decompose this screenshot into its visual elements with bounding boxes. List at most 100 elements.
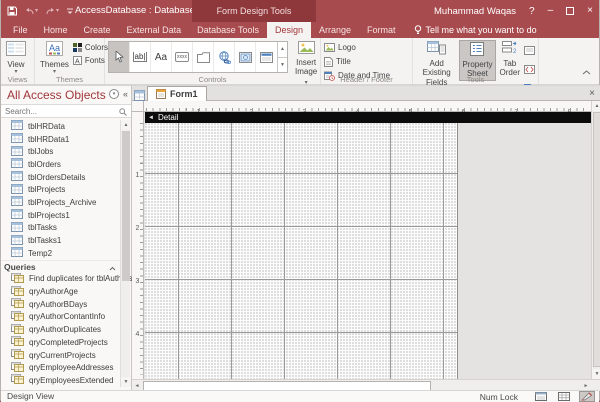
redo-icon[interactable]: ▾ <box>45 7 59 16</box>
nav-scroll-down-icon[interactable]: ▼ <box>121 377 131 387</box>
button-control-icon[interactable]: xxxx <box>172 42 193 72</box>
nav-pane-menu-icon[interactable]: ▾ <box>109 89 119 99</box>
gallery-more-icon[interactable]: ▼ <box>278 57 287 73</box>
detail-section-bar[interactable]: ◄ Detail <box>145 112 591 123</box>
navigation-pane: All Access Objects ▾ « tblHRData tblHRDa… <box>1 85 132 390</box>
title-button[interactable]: Title <box>324 56 390 67</box>
undo-icon[interactable]: ▾ <box>24 7 38 16</box>
logo-button[interactable]: Logo <box>324 42 390 53</box>
group-header-footer: Logo Title Date and Time Header / Footer <box>321 38 413 84</box>
nav-search-box <box>1 104 131 118</box>
tab-control-icon[interactable] <box>193 42 214 72</box>
nav-item-label: tblJobs <box>28 147 53 156</box>
insert-image-label-1: Insert <box>296 58 316 67</box>
tab-home[interactable]: Home <box>36 22 76 38</box>
tell-me-box[interactable]: Tell me what you want to do <box>404 22 537 38</box>
num-lock-indicator: Num Lock <box>480 392 518 402</box>
form-view-icon <box>535 392 547 401</box>
nav-item-label: Find duplicates for tblAuthors <box>29 274 133 283</box>
document-area: Form1 × 12345678 1234 ◄ Detail ▲ ▼ ◄ ► <box>132 85 600 390</box>
ribbon-tab-bar: File Home Create External Data Database … <box>1 22 599 38</box>
status-bar: Design View Num Lock <box>1 390 599 402</box>
ruler-corner <box>132 101 144 112</box>
nav-scroll-thumb[interactable] <box>122 131 130 281</box>
document-tab-label: Form1 <box>170 89 198 99</box>
hyperlink-control-icon[interactable] <box>214 42 235 72</box>
colors-icon <box>73 43 82 52</box>
tab-file[interactable]: File <box>5 22 36 38</box>
document-tab-form1[interactable]: Form1 <box>147 86 207 101</box>
nav-item-label: qryAuthorAge <box>29 287 78 296</box>
controls-gallery: ab| Aa xxxx ▲ ▼ <box>108 41 288 73</box>
scroll-down-icon[interactable]: ▼ <box>592 369 600 379</box>
group-tools: Add Existing Fields Property Sheet 2 Tab… <box>413 38 539 84</box>
datasheet-view-button[interactable] <box>556 391 572 402</box>
lightbulb-icon <box>414 25 422 35</box>
save-icon[interactable] <box>7 6 17 16</box>
web-browser-control-icon[interactable] <box>235 42 256 72</box>
horizontal-ruler[interactable]: 12345678 <box>144 101 591 112</box>
nav-item-table[interactable]: Temp2 <box>1 247 120 260</box>
tab-design[interactable]: Design <box>267 22 311 38</box>
vertical-scrollbar[interactable]: ▲ ▼ <box>591 101 600 379</box>
user-name[interactable]: Muhammad Waqas <box>434 6 516 17</box>
customize-qat-icon[interactable] <box>66 7 74 15</box>
navigation-control-icon[interactable] <box>256 42 277 72</box>
nav-item-label: qryAuthorBDays <box>29 300 87 309</box>
fonts-label: Fonts <box>85 56 105 65</box>
views-group-label: Views <box>1 75 34 84</box>
nav-scrollbar[interactable]: ▲ ▼ <box>120 120 130 387</box>
view-button[interactable]: View ▾ <box>4 40 28 77</box>
nav-item-label: tblHRData1 <box>28 135 69 144</box>
tab-database-tools[interactable]: Database Tools <box>189 22 267 38</box>
text-box-control-icon[interactable]: ab| <box>130 42 151 72</box>
nav-item-label: tblOrdersDetails <box>28 173 85 182</box>
view-icon <box>6 41 26 58</box>
property-sheet-label-1: Property <box>462 60 492 69</box>
quick-access-toolbar: ▾ ▾ <box>7 0 74 22</box>
nav-item-label: tblHRData <box>28 122 65 131</box>
help-icon[interactable]: ? <box>529 6 535 17</box>
datasheet-view-icon <box>558 392 570 401</box>
scroll-up-icon[interactable]: ▲ <box>592 101 600 111</box>
tab-create[interactable]: Create <box>76 22 119 38</box>
ruler-number: 3 <box>132 255 143 308</box>
label-control-icon[interactable]: Aa <box>151 42 172 72</box>
tab-external-data[interactable]: External Data <box>119 22 190 38</box>
form-design-grid[interactable] <box>145 123 458 379</box>
nav-scroll-up-icon[interactable]: ▲ <box>121 120 131 130</box>
tab-format[interactable]: Format <box>359 22 404 38</box>
design-view-button[interactable] <box>579 391 595 402</box>
tab-order-button[interactable]: 2 Tab Order <box>498 40 522 79</box>
collapse-group-icon[interactable] <box>109 258 116 276</box>
minimize-icon[interactable]: – <box>548 6 554 16</box>
nav-item-label: qryAuthorDuplicates <box>29 325 101 334</box>
nav-item-label: Temp2 <box>28 249 52 258</box>
nav-item-label: tblTasks1 <box>28 236 61 245</box>
form-view-button[interactable] <box>533 391 549 402</box>
nav-item-label: tblProjects1 <box>28 211 70 220</box>
maximize-icon[interactable] <box>566 7 574 15</box>
select-control-icon[interactable] <box>109 42 130 72</box>
close-document-icon[interactable]: × <box>589 87 595 100</box>
themes-button[interactable]: Aa Themes ▾ <box>38 40 71 77</box>
tab-arrange[interactable]: Arrange <box>311 22 359 38</box>
close-icon[interactable]: × <box>587 6 593 16</box>
access-window: ▾ ▾ AccessDatabase : Database- C:\Users\… <box>0 0 600 402</box>
controls-group-label: Controls <box>105 75 320 84</box>
collapse-ribbon-icon[interactable] <box>582 62 591 80</box>
fonts-icon: A <box>73 56 82 65</box>
ruler-number: 2 <box>132 202 143 255</box>
detail-section-label: Detail <box>158 113 178 122</box>
group-themes: Aa Themes ▾ Colors ▾ A Fonts ▾ Themes <box>35 38 105 84</box>
vertical-scroll-thumb[interactable] <box>593 112 600 367</box>
search-input[interactable] <box>5 106 110 117</box>
title-bar: ▾ ▾ AccessDatabase : Database- C:\Users\… <box>1 0 599 22</box>
tab-order-label-1: Tab <box>503 59 516 68</box>
shutter-bar-collapse-icon[interactable]: « <box>123 89 128 99</box>
svg-text:Aa: Aa <box>49 43 60 53</box>
gallery-scroll-up-icon[interactable]: ▲ <box>278 42 287 57</box>
vertical-ruler[interactable]: 1234 <box>132 112 144 379</box>
nav-item-query[interactable]: qryEmployeesExtended <box>1 374 120 387</box>
subform-in-new-window-icon[interactable] <box>524 42 535 60</box>
